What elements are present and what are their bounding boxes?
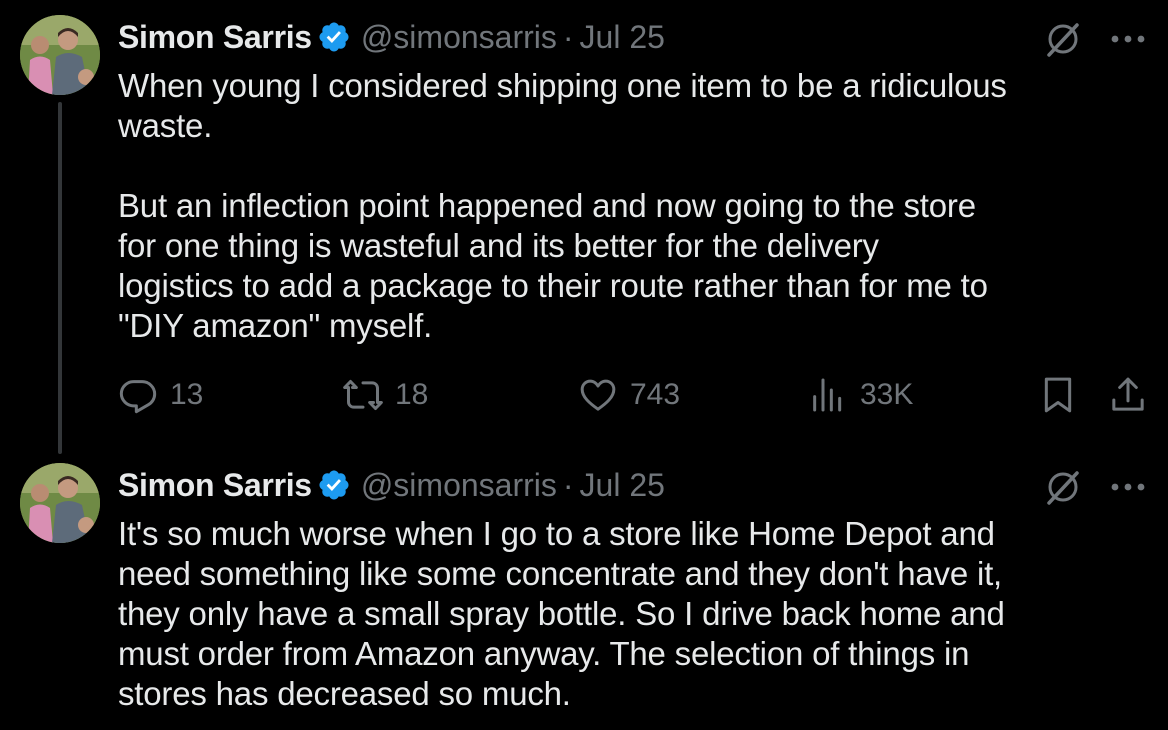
bookmark-button[interactable] (1038, 373, 1078, 417)
more-horizontal-icon[interactable] (1108, 22, 1148, 56)
avatar-photo (20, 15, 100, 95)
tweet-header: Simon Sarris @simonsarris · Jul 25 (118, 464, 665, 506)
reply-button[interactable]: 13 (118, 373, 203, 417)
tweet-actions: 13 18 743 33K (118, 373, 1158, 417)
separator-dot: · (562, 466, 574, 503)
view-count: 33K (860, 378, 914, 411)
tweet-text: When young I considered shipping one ite… (118, 67, 1007, 344)
verified-badge-icon (317, 468, 351, 502)
reply-count: 13 (170, 378, 204, 411)
like-count: 743 (630, 378, 681, 411)
analytics-icon (813, 378, 842, 412)
separator-dot: · (562, 18, 574, 55)
reply-icon (119, 380, 157, 414)
retweet-button[interactable]: 18 (343, 373, 428, 417)
like-button[interactable]: 743 (578, 373, 680, 417)
more-horizontal-icon[interactable] (1108, 470, 1148, 504)
avatar[interactable] (20, 463, 100, 543)
tweet-date[interactable]: Jul 25 (580, 19, 665, 56)
tweet[interactable]: Simon Sarris @simonsarris · Jul 25 When … (0, 0, 1168, 454)
grok-icon[interactable] (1043, 467, 1083, 507)
author-handle[interactable]: @simonsarris (361, 467, 557, 504)
tweet-header: Simon Sarris @simonsarris · Jul 25 (118, 16, 665, 58)
author-name[interactable]: Simon Sarris (118, 19, 312, 56)
author-handle[interactable]: @simonsarris (361, 19, 557, 56)
verified-badge-icon (317, 20, 351, 54)
avatar-photo (20, 463, 100, 543)
retweet-icon (343, 380, 383, 410)
share-button[interactable] (1108, 373, 1148, 417)
views-button[interactable]: 33K (808, 373, 913, 417)
tweet-date[interactable]: Jul 25 (580, 467, 665, 504)
tweet[interactable]: Simon Sarris @simonsarris · Jul 25 It's … (0, 448, 1168, 730)
thread-connector-line (58, 102, 62, 454)
author-name[interactable]: Simon Sarris (118, 467, 312, 504)
share-icon (1112, 377, 1144, 411)
tweet-text: It's so much worse when I go to a store … (118, 515, 1005, 712)
heart-icon (580, 379, 616, 411)
avatar[interactable] (20, 15, 100, 95)
retweet-count: 18 (395, 378, 429, 411)
grok-icon[interactable] (1043, 19, 1083, 59)
bookmark-icon (1044, 377, 1072, 413)
